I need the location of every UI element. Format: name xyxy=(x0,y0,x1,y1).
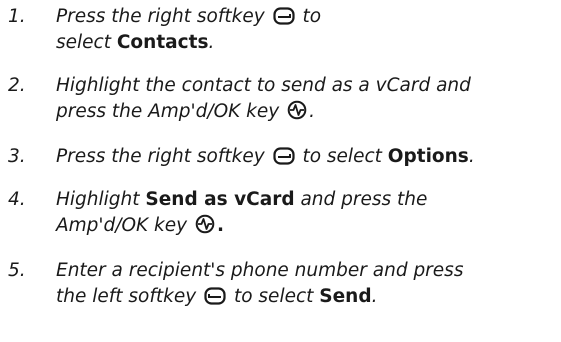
step-text: Press the right softkey to select Contac… xyxy=(56,6,322,53)
step-text: Press the right softkey to select Option… xyxy=(56,146,475,167)
instruction-list: 1. Press the right softkey to select Con… xyxy=(0,0,561,342)
menu-name: Send as vCard xyxy=(145,189,295,210)
menu-name: Send xyxy=(319,286,372,307)
step-number: 3. xyxy=(8,146,26,167)
step-text: Highlight Send as vCard and press the Am… xyxy=(56,189,428,236)
step-text: Highlight the contact to send as a vCard… xyxy=(56,75,471,122)
right-softkey-icon xyxy=(272,147,295,165)
step-number: 1. xyxy=(8,6,26,27)
amp-ok-key-icon xyxy=(195,214,215,234)
left-softkey-icon xyxy=(204,287,226,305)
right-softkey-icon xyxy=(272,7,295,25)
step-number: 2. xyxy=(8,75,26,96)
menu-name: Contacts xyxy=(116,32,209,53)
amp-ok-key-icon xyxy=(287,100,307,120)
step-number: 4. xyxy=(8,189,26,210)
step-number: 5. xyxy=(8,260,26,281)
step-text: Enter a recipient's phone number and pre… xyxy=(56,260,464,307)
menu-name: Options xyxy=(387,146,469,167)
